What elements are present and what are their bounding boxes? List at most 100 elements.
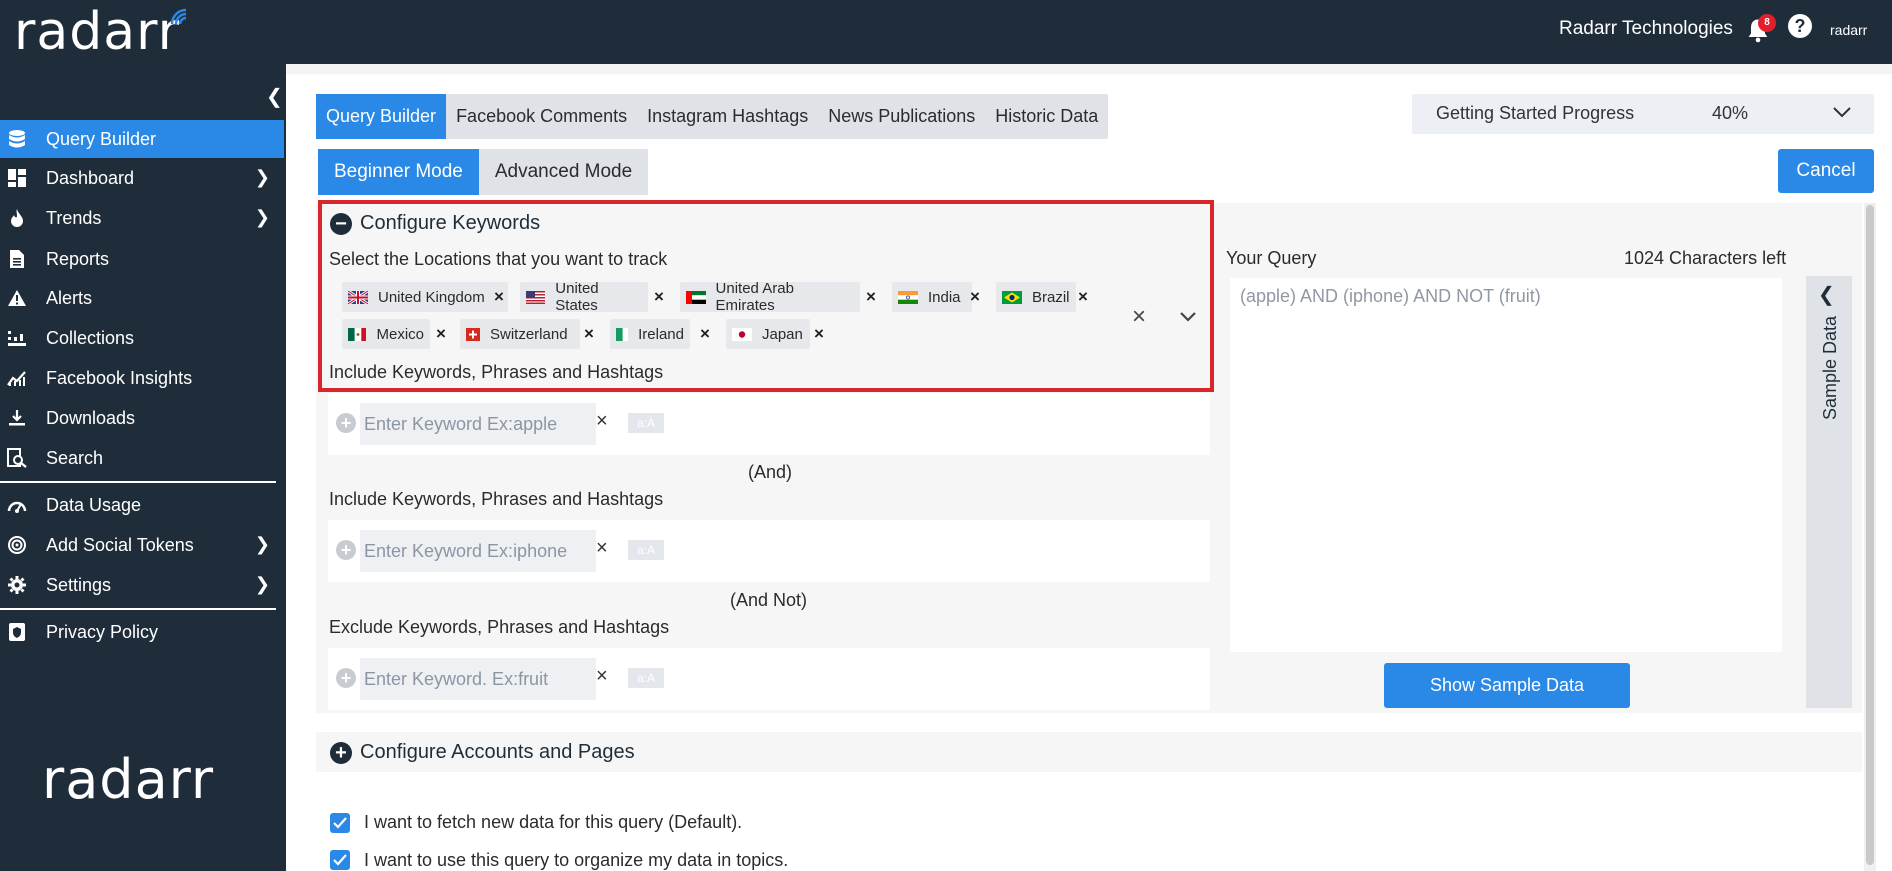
- add-circle-icon[interactable]: +: [336, 668, 356, 688]
- top-bar: radarr Radarr Technologies 8 ? radarr: [0, 0, 1892, 64]
- expand-circle-icon[interactable]: +: [330, 741, 352, 764]
- keyword-input[interactable]: [360, 403, 596, 445]
- query-text: (apple) AND (iphone) AND NOT (fruit): [1240, 286, 1541, 306]
- include-keywords-label: Include Keywords, Phrases and Hashtags: [329, 489, 664, 509]
- checkbox-checked-icon[interactable]: [330, 850, 350, 870]
- sample-data-label: Sample Data: [1820, 315, 1840, 420]
- scrollbar-thumb[interactable]: [1866, 205, 1874, 865]
- database-icon: [6, 128, 28, 150]
- sidebar-item-dashboard[interactable]: Dashboard ❯: [0, 159, 284, 197]
- beginner-mode-button[interactable]: Beginner Mode: [318, 149, 479, 195]
- sidebar-item-label: Downloads: [46, 407, 136, 428]
- keyword-row: + × a:A: [328, 648, 1210, 710]
- mode-toggle: Beginner Mode Advanced Mode: [318, 149, 649, 195]
- tab-facebook-comments[interactable]: Facebook Comments: [446, 94, 637, 139]
- checkbox-checked-icon[interactable]: [330, 812, 350, 833]
- option-label: I want to fetch new data for this query …: [364, 812, 743, 832]
- sidebar-divider: [0, 481, 276, 483]
- keyword-row: + × a:A: [328, 393, 1210, 455]
- document-icon: [6, 248, 28, 270]
- your-query-label: Your Query: [1226, 248, 1317, 268]
- sidebar-item-alerts[interactable]: Alerts: [0, 279, 284, 317]
- sidebar-item-label: Query Builder: [46, 128, 157, 149]
- cancel-button[interactable]: Cancel: [1778, 149, 1874, 193]
- add-circle-icon[interactable]: +: [336, 413, 356, 433]
- signal-arcs-icon: [170, 8, 187, 25]
- characters-left: 1024 Characters left: [1624, 248, 1787, 268]
- sidebar-item-label: Settings: [46, 574, 112, 595]
- show-sample-data-button[interactable]: Show Sample Data: [1384, 663, 1630, 708]
- sidebar-item-trends[interactable]: Trends ❯: [0, 199, 284, 237]
- clear-keyword-icon[interactable]: ×: [596, 665, 608, 688]
- clear-keyword-icon[interactable]: ×: [596, 537, 608, 560]
- sidebar-item-label: Reports: [46, 248, 110, 269]
- sidebar-item-label: Alerts: [46, 287, 93, 308]
- collapse-sidebar-icon[interactable]: ❮: [266, 84, 283, 109]
- section-title: Configure Accounts and Pages: [360, 741, 635, 763]
- radarr-logo[interactable]: radarr: [14, 4, 187, 60]
- sidebar-item-label: Data Usage: [46, 494, 142, 515]
- sidebar-item-query-builder[interactable]: Query Builder: [0, 120, 284, 158]
- notification-badge: 8: [1758, 14, 1776, 32]
- sidebar-item-label: Privacy Policy: [46, 621, 159, 642]
- sidebar-item-label: Collections: [46, 327, 135, 348]
- highlight-frame: [318, 200, 1214, 392]
- advanced-mode-button[interactable]: Advanced Mode: [479, 149, 648, 195]
- chevron-right-icon: ❯: [254, 574, 270, 594]
- sidebar-item-label: Facebook Insights: [46, 367, 193, 388]
- exclude-keywords-label: Exclude Keywords, Phrases and Hashtags: [329, 617, 670, 637]
- sidebar-item-label: Add Social Tokens: [46, 534, 194, 555]
- operator-and-not: (And Not): [730, 590, 808, 610]
- chart-icon: [6, 367, 28, 389]
- keyword-input[interactable]: [360, 658, 596, 700]
- progress-label: Getting Started Progress: [1436, 103, 1635, 123]
- dashboard-icon: [6, 167, 28, 189]
- sidebar-item-collections[interactable]: Collections: [0, 319, 284, 357]
- sidebar-item-label: Search: [46, 447, 104, 468]
- target-icon: [6, 534, 28, 556]
- gauge-icon: [6, 494, 28, 516]
- operator-and: (And): [748, 462, 793, 482]
- sidebar-item-settings[interactable]: Settings ❯: [0, 566, 284, 604]
- query-preview[interactable]: (apple) AND (iphone) AND NOT (fruit): [1230, 278, 1782, 652]
- sidebar-item-facebook-insights[interactable]: Facebook Insights: [0, 359, 284, 397]
- tab-news-publications[interactable]: News Publications: [818, 94, 985, 139]
- sidebar-item-privacy-policy[interactable]: Privacy Policy: [0, 613, 284, 651]
- case-toggle[interactable]: a:A: [628, 668, 664, 688]
- help-icon[interactable]: ?: [1788, 14, 1812, 38]
- sidebar-item-label: Dashboard: [46, 167, 135, 188]
- progress-value: 40%: [1712, 103, 1749, 123]
- case-toggle[interactable]: a:A: [628, 413, 664, 433]
- account-logo[interactable]: radarr: [1830, 22, 1867, 38]
- page-header-strip: [286, 64, 1892, 74]
- chevron-down-icon[interactable]: [1830, 100, 1854, 124]
- chevron-right-icon: ❯: [254, 167, 270, 187]
- sidebar-item-downloads[interactable]: Downloads: [0, 399, 284, 437]
- tab-query-builder[interactable]: Query Builder: [316, 94, 447, 139]
- organize-topics-option[interactable]: I want to use this query to organize my …: [330, 850, 788, 871]
- clear-keyword-icon[interactable]: ×: [596, 410, 608, 433]
- add-circle-icon[interactable]: +: [336, 540, 356, 560]
- tab-historic-data[interactable]: Historic Data: [985, 94, 1108, 139]
- chevron-right-icon: ❯: [254, 534, 270, 554]
- chevron-right-icon: ❯: [254, 207, 270, 227]
- gear-icon: [6, 574, 28, 596]
- collections-icon: [6, 327, 28, 349]
- getting-started-progress[interactable]: Getting Started Progress 40%: [1412, 94, 1874, 134]
- sidebar-item-add-social-tokens[interactable]: Add Social Tokens ❯: [0, 526, 284, 564]
- warning-icon: [6, 287, 28, 309]
- organization-name[interactable]: Radarr Technologies: [1559, 18, 1733, 40]
- sidebar-item-search[interactable]: Search: [0, 439, 284, 477]
- sidebar-item-label: Trends: [46, 207, 102, 228]
- download-icon: [6, 407, 28, 429]
- tab-instagram-hashtags[interactable]: Instagram Hashtags: [637, 94, 818, 139]
- sidebar-item-data-usage[interactable]: Data Usage: [0, 486, 284, 524]
- shield-icon: [6, 621, 28, 643]
- sidebar-item-reports[interactable]: Reports: [0, 240, 284, 278]
- search-icon: [6, 447, 28, 469]
- keyword-row: + × a:A: [328, 520, 1210, 582]
- case-toggle[interactable]: a:A: [628, 540, 664, 560]
- fetch-new-data-option[interactable]: I want to fetch new data for this query …: [330, 812, 742, 833]
- configure-accounts-header[interactable]: + Configure Accounts and Pages: [330, 741, 635, 764]
- keyword-input[interactable]: [360, 530, 596, 572]
